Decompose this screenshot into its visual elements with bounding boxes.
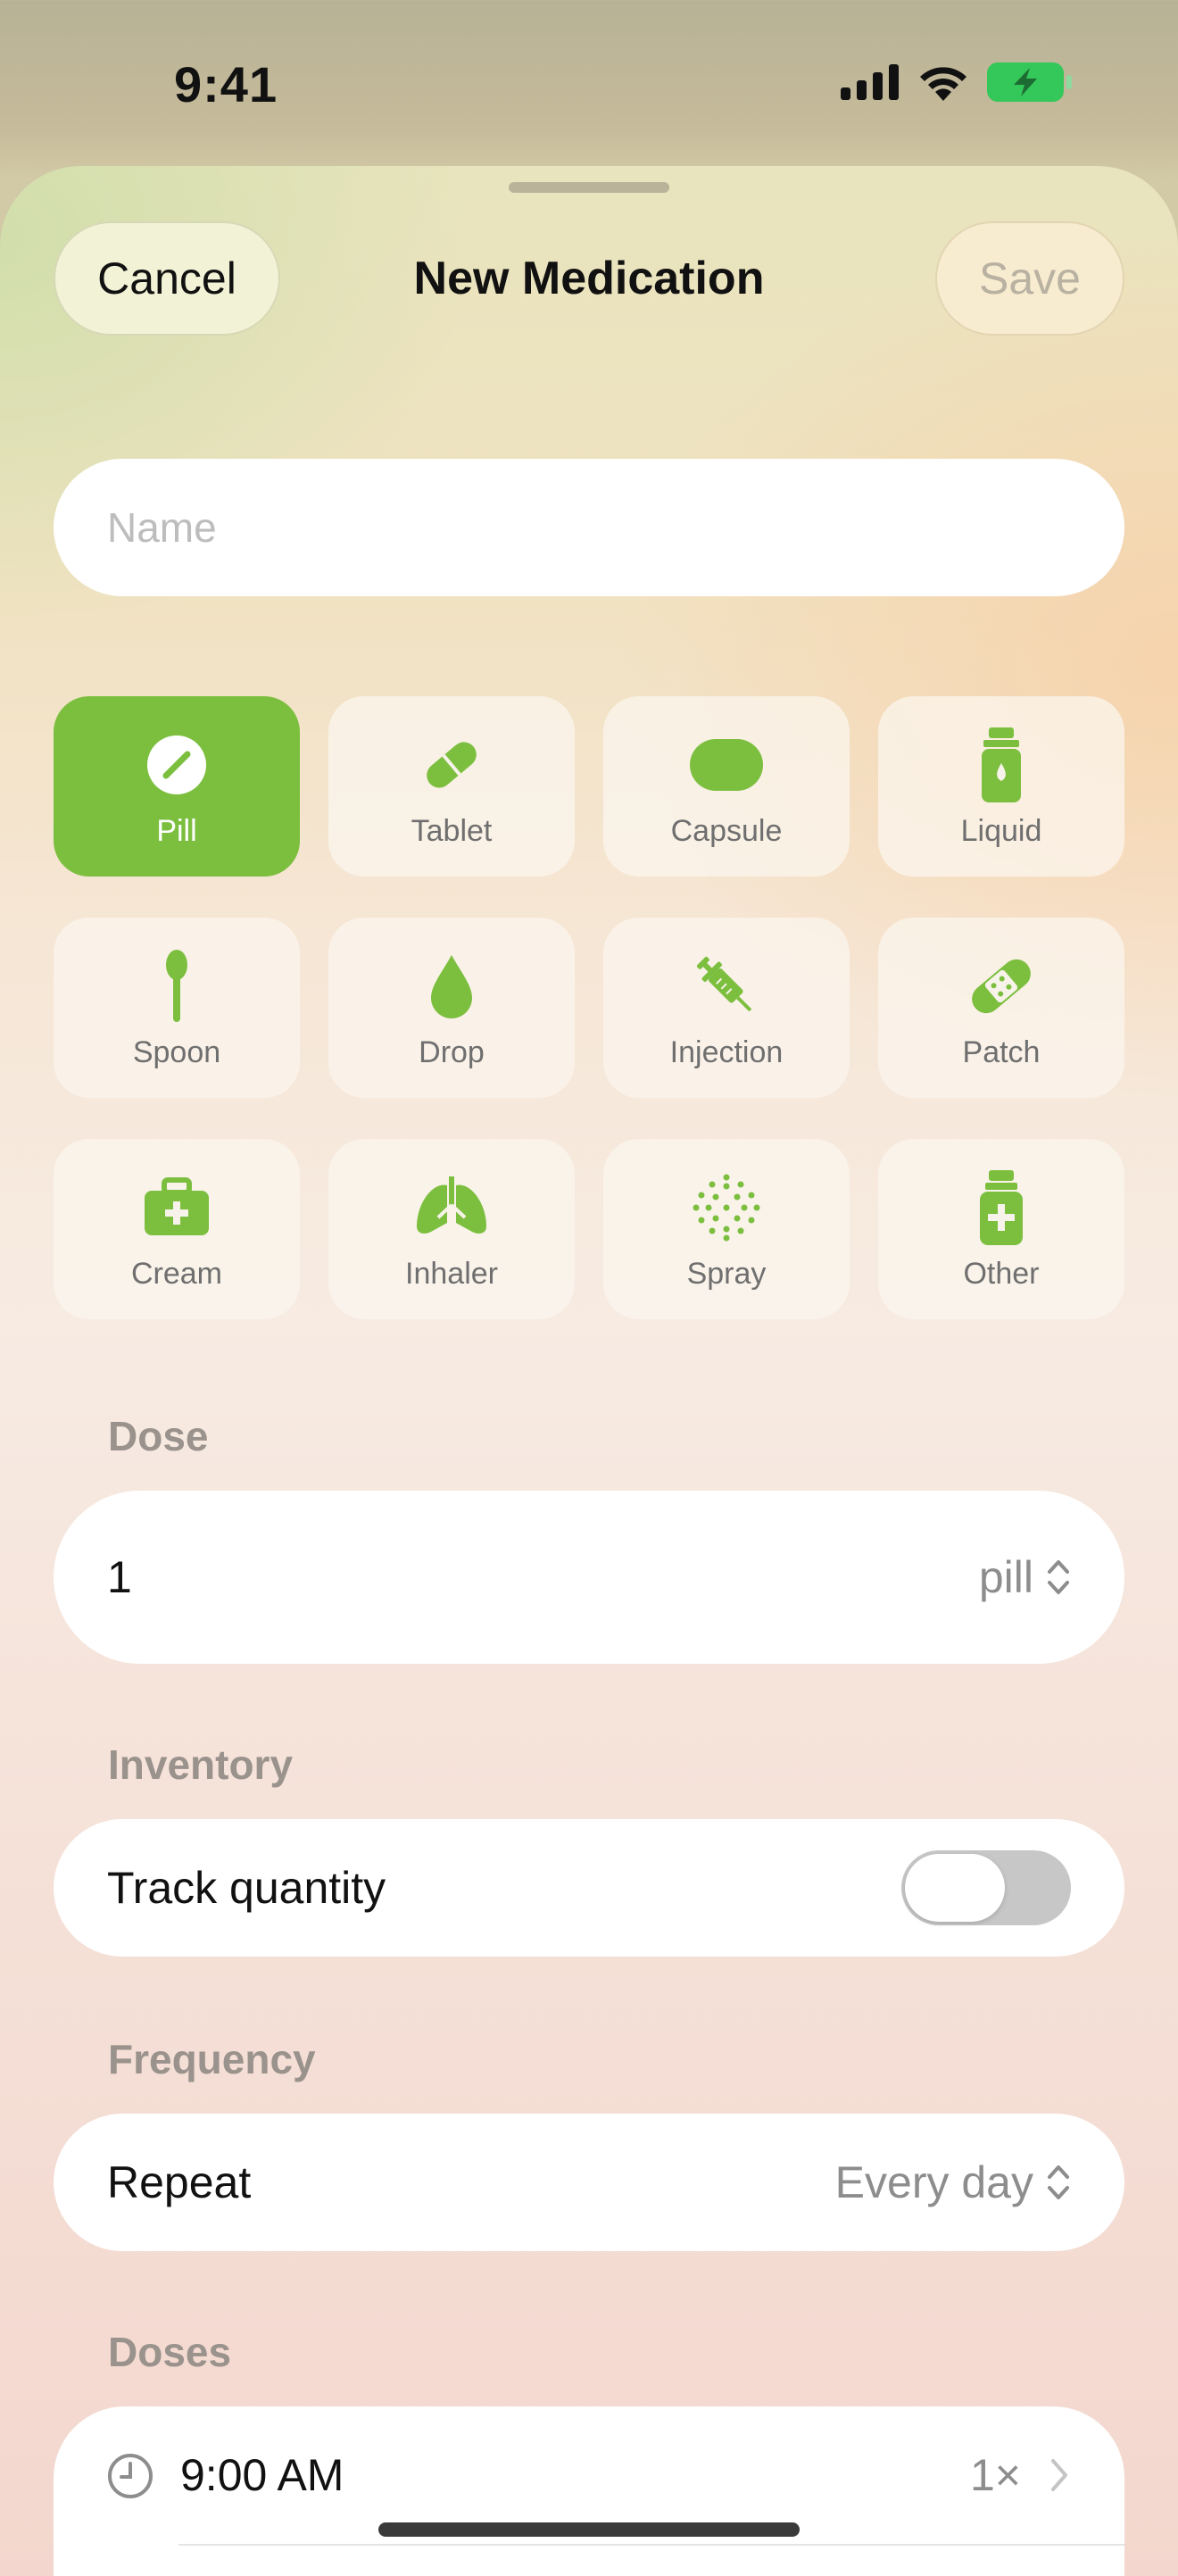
form-option-pill[interactable]: Pill <box>54 696 300 877</box>
form-option-cream[interactable]: Cream <box>54 1139 300 1319</box>
dose-unit-picker[interactable]: pill <box>979 1551 1071 1603</box>
liquid-bottle-icon <box>961 725 1041 805</box>
spray-dots-icon <box>686 1168 767 1248</box>
form-label: Inhaler <box>405 1256 498 1291</box>
form-label: Tablet <box>411 813 493 848</box>
dose-count: 1× <box>969 2450 1021 2500</box>
dose-row[interactable]: 1 pill <box>54 1491 1124 1664</box>
lungs-icon <box>411 1168 492 1248</box>
spoon-icon <box>137 946 217 1026</box>
first-aid-kit-icon <box>137 1168 217 1248</box>
form-option-tablet[interactable]: Tablet <box>328 696 575 877</box>
dose-time-row[interactable]: 9:00 AM 1× <box>54 2406 1124 2576</box>
repeat-row[interactable]: Repeat Every day <box>54 2114 1124 2251</box>
form-option-liquid[interactable]: Liquid <box>878 696 1124 877</box>
doses-section-label: Doses <box>108 2329 232 2375</box>
form-option-other[interactable]: Other <box>878 1139 1124 1319</box>
chevron-up-down-icon <box>1048 2165 1069 2199</box>
sheet-grabber[interactable] <box>509 182 669 193</box>
pill-icon <box>137 725 217 805</box>
track-quantity-toggle[interactable] <box>901 1850 1071 1925</box>
status-time: 9:41 <box>174 56 278 112</box>
battery-charging-icon <box>987 62 1072 102</box>
status-bar: 9:41 <box>0 0 1178 166</box>
form-label: Cream <box>130 1256 223 1291</box>
clock-icon <box>108 2454 153 2498</box>
form-option-drop[interactable]: Drop <box>328 918 575 1098</box>
capsule-icon <box>686 725 767 805</box>
row-separator <box>178 2544 1124 2546</box>
new-medication-sheet: Cancel New Medication Save Pill Tablet <box>0 166 1178 2576</box>
save-button[interactable]: Save <box>935 221 1124 336</box>
syringe-icon <box>686 946 767 1026</box>
toggle-knob <box>905 1854 1005 1922</box>
form-label: Spoon <box>132 1035 221 1069</box>
medicine-bottle-icon <box>961 1168 1041 1248</box>
form-option-inhaler[interactable]: Inhaler <box>328 1139 575 1319</box>
form-option-spray[interactable]: Spray <box>603 1139 850 1319</box>
frequency-section-label: Frequency <box>108 2036 316 2082</box>
home-indicator[interactable] <box>378 2522 800 2537</box>
form-option-capsule[interactable]: Capsule <box>603 696 850 877</box>
status-icons <box>841 62 1073 102</box>
dose-unit: pill <box>978 1552 1033 1602</box>
cellular-signal-icon <box>841 64 899 100</box>
chevron-up-down-icon <box>1048 1560 1069 1594</box>
wifi-icon <box>920 67 966 101</box>
dose-time: 9:00 AM <box>180 2450 344 2500</box>
dose-section-label: Dose <box>108 1413 209 1459</box>
chevron-right-icon <box>1051 2459 1067 2491</box>
form-label: Injection <box>669 1035 784 1069</box>
form-label: Spray <box>686 1256 767 1291</box>
repeat-label: Repeat <box>107 2157 252 2207</box>
form-label: Pill <box>156 813 197 848</box>
form-label: Other <box>963 1256 1040 1291</box>
track-quantity-row: Track quantity <box>54 1819 1124 1957</box>
repeat-picker[interactable]: Every day <box>835 2156 1071 2208</box>
form-label: Liquid <box>960 813 1042 848</box>
form-option-spoon[interactable]: Spoon <box>54 918 300 1098</box>
drop-icon <box>411 946 492 1026</box>
dose-count-group: 1× <box>970 2449 1071 2501</box>
form-label: Patch <box>962 1035 1041 1069</box>
form-option-patch[interactable]: Patch <box>878 918 1124 1098</box>
tablet-icon <box>411 725 492 805</box>
form-label: Capsule <box>670 813 783 848</box>
form-label: Drop <box>419 1035 485 1069</box>
dose-amount[interactable]: 1 <box>107 1551 979 1603</box>
name-input[interactable] <box>54 459 1124 596</box>
inventory-section-label: Inventory <box>108 1741 294 1788</box>
track-quantity-label: Track quantity <box>107 1863 386 1913</box>
bandage-icon <box>961 946 1041 1026</box>
repeat-value: Every day <box>834 2157 1033 2207</box>
form-option-injection[interactable]: Injection <box>603 918 850 1098</box>
